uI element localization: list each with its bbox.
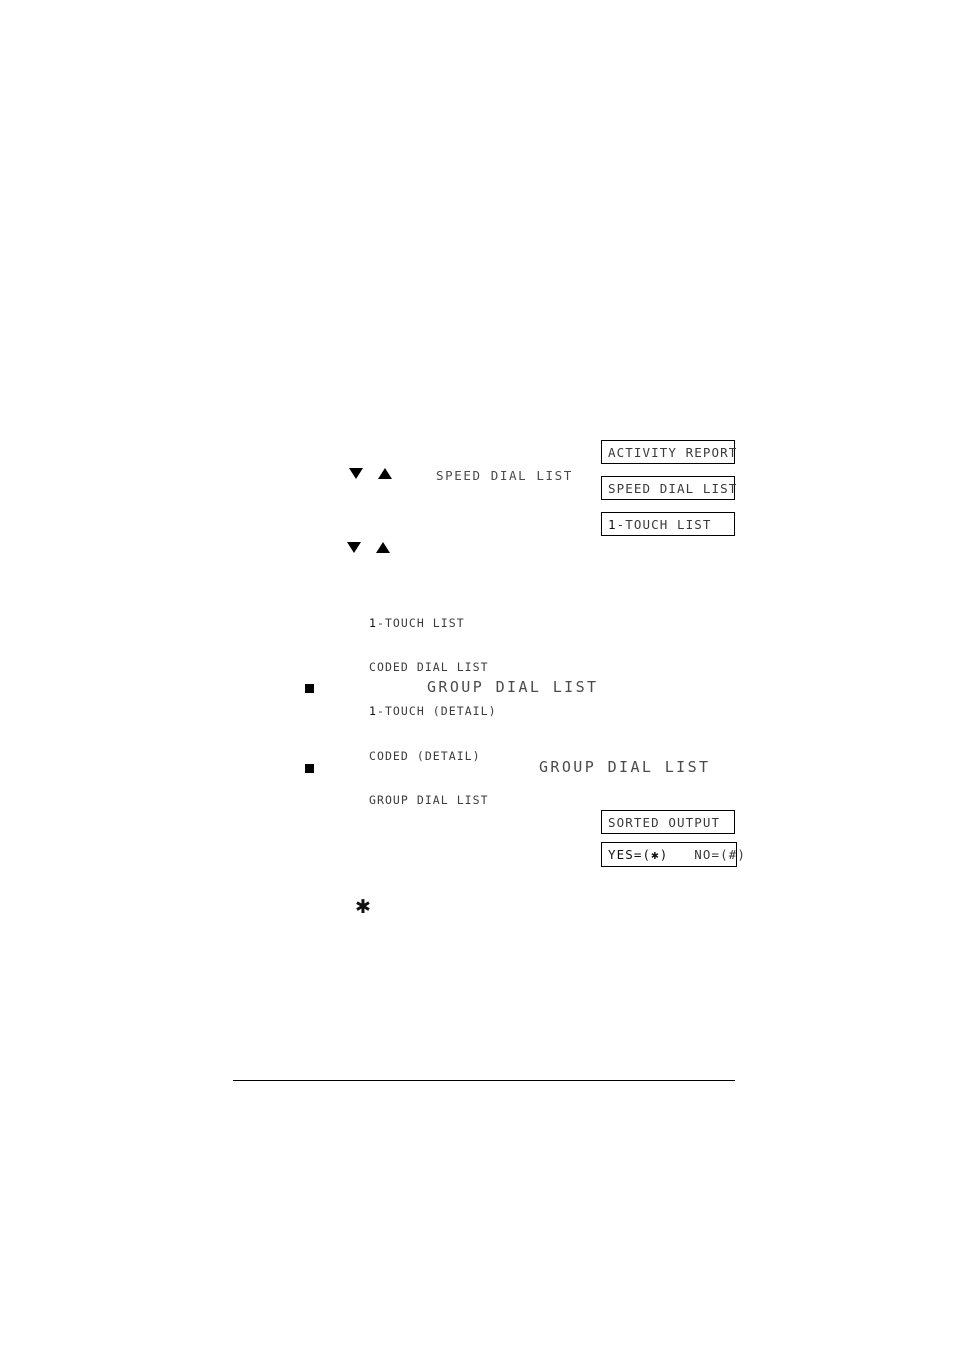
triangle-up-icon bbox=[378, 468, 392, 479]
lcd-text-no-option: NO=(#) bbox=[668, 847, 747, 862]
lcd-display-speed-dial-list: SPEED DIAL LIST bbox=[601, 476, 738, 500]
list-item-label: GROUP DIAL LIST bbox=[369, 793, 489, 808]
lcd-display-activity-report: ACTIVITY REPORT bbox=[601, 440, 738, 464]
triangle-down-icon bbox=[349, 468, 363, 479]
lcd-text-sorted-output: SORTED OUTPUT bbox=[608, 814, 721, 830]
asterisk-key-icon: ✱ bbox=[355, 896, 371, 918]
triangle-up-icon bbox=[376, 542, 390, 553]
list-item: 1-TOUCH (DETAIL) bbox=[369, 704, 497, 719]
square-bullet-icon bbox=[305, 764, 314, 773]
bullet-row-second: GROUP DIAL LIST bbox=[305, 758, 735, 780]
list-item-label: CODED DIAL LIST bbox=[369, 659, 489, 674]
list-item: CODED DIAL LIST bbox=[369, 660, 497, 675]
list-item: GROUP DIAL LIST bbox=[369, 793, 497, 808]
list-item: 1-TOUCH LIST bbox=[369, 616, 497, 631]
lcd-display-yes-no-prompt: YES=(✱) NO=(#) bbox=[601, 842, 745, 867]
list-item-label: -TOUCH LIST bbox=[376, 615, 465, 630]
list-item-label: -TOUCH (DETAIL) bbox=[376, 704, 497, 719]
arrow-key-pair-first bbox=[349, 468, 392, 479]
lcd-text-one-touch-list-rest: -TOUCH LIST bbox=[616, 516, 712, 532]
square-bullet-icon bbox=[305, 684, 314, 693]
caption-group-dial-list-second: GROUP DIAL LIST bbox=[539, 758, 711, 776]
caption-group-dial-list-first: GROUP DIAL LIST bbox=[427, 678, 599, 696]
lcd-text-one-touch-list-lead: 1 bbox=[608, 516, 617, 532]
lcd-text-speed-dial-list: SPEED DIAL LIST bbox=[608, 480, 738, 496]
footer-divider bbox=[233, 1080, 735, 1081]
document-page: ACTIVITY REPORT SPEED DIAL LIST 1 -TOUCH … bbox=[0, 0, 954, 1351]
list-item-lead: 1 bbox=[369, 704, 377, 719]
arrow-key-pair-second bbox=[347, 542, 390, 553]
bullet-row-first: GROUP DIAL LIST bbox=[305, 678, 735, 700]
option-list: 1-TOUCH LIST CODED DIAL LIST 1-TOUCH (DE… bbox=[369, 586, 497, 838]
caption-speed-dial-list: SPEED DIAL LIST bbox=[436, 468, 573, 483]
lcd-display-sorted-output: SORTED OUTPUT bbox=[601, 810, 735, 834]
lcd-text-yes-option: YES=(✱) bbox=[608, 847, 669, 862]
lcd-text-activity-report: ACTIVITY REPORT bbox=[608, 444, 738, 460]
lcd-display-one-touch-list: 1 -TOUCH LIST bbox=[601, 512, 735, 536]
list-item-lead: 1 bbox=[369, 615, 377, 630]
triangle-down-icon bbox=[347, 542, 361, 553]
